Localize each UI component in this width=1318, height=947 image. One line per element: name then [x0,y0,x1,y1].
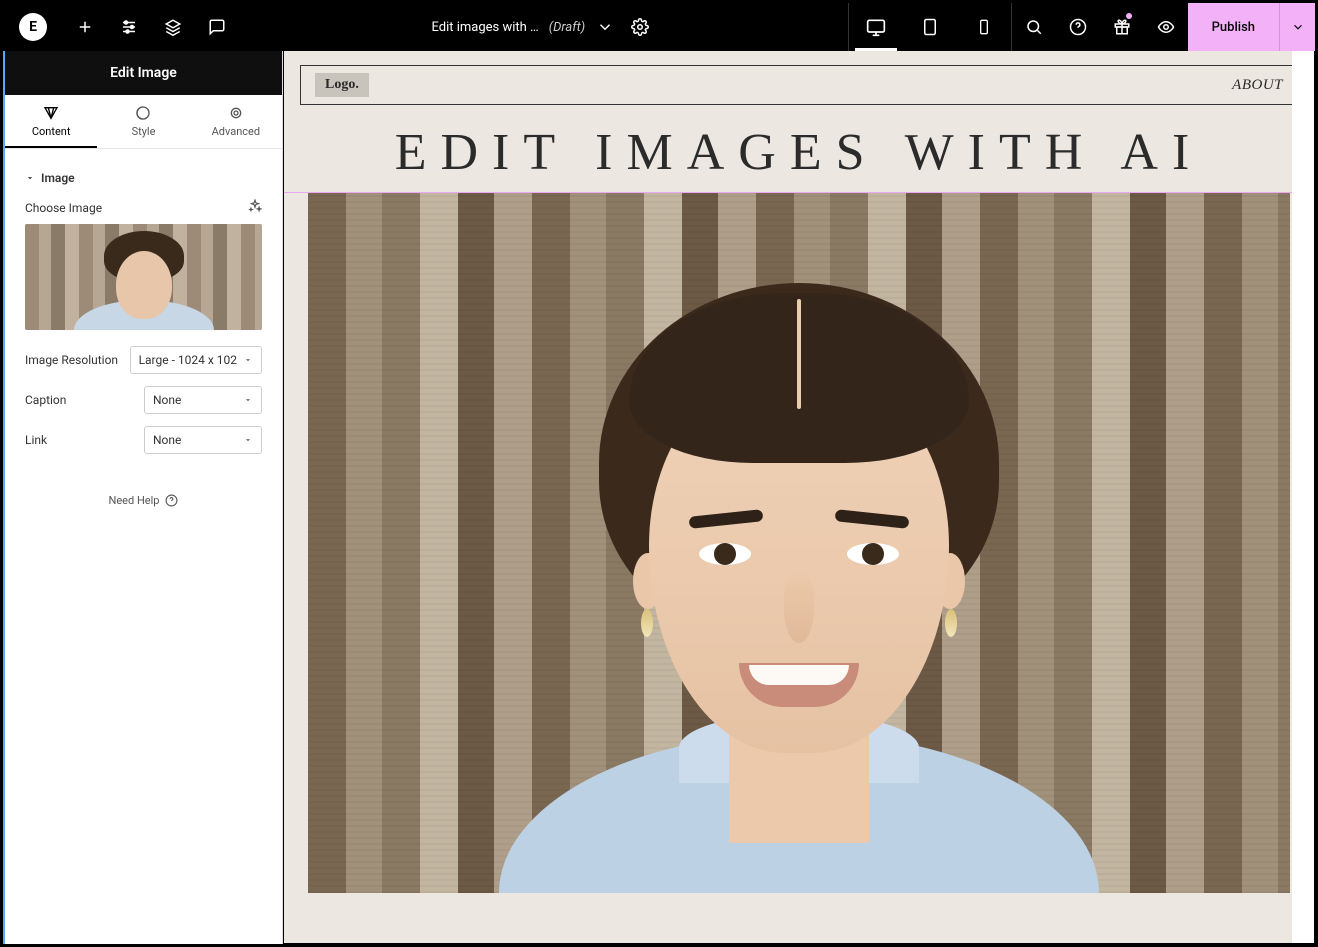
caption-select[interactable]: None [144,386,262,414]
layers-icon[interactable] [151,3,195,51]
gift-icon[interactable] [1100,3,1144,51]
tab-advanced-label: Advanced [212,125,260,138]
sidebar-panel: Edit Image Content Style Advanced Image … [3,51,283,944]
device-mobile[interactable] [957,3,1011,51]
document-title[interactable]: Edit images with … [431,20,538,35]
chevron-down-icon[interactable] [595,3,615,51]
settings-sliders-icon[interactable] [107,3,151,51]
device-switcher [848,3,1012,51]
section-image-label: Image [41,171,75,185]
tab-content-label: Content [32,125,71,138]
choose-image-label: Choose Image [25,201,102,215]
editor-canvas[interactable]: Logo. ABOUT EDIT IMAGES WITH AI [283,51,1315,944]
hero-image[interactable] [308,193,1290,893]
link-label: Link [25,433,47,447]
resolution-label: Image Resolution [25,353,118,367]
need-help-link[interactable]: Need Help [25,494,262,507]
topbar-center: Edit images with … (Draft) [239,3,848,51]
tab-style-label: Style [132,125,156,138]
caption-label: Caption [25,393,66,407]
add-element-button[interactable] [63,3,107,51]
link-value: None [153,433,181,447]
canvas-right-gutter [1292,51,1314,943]
topbar-left: E [3,3,239,51]
site-logo[interactable]: Logo. [315,73,369,97]
ai-sparkle-icon[interactable] [248,199,262,216]
search-icon[interactable] [1012,3,1056,51]
elementor-logo[interactable]: E [19,13,47,41]
sidebar-tabs: Content Style Advanced [5,95,282,149]
link-select[interactable]: None [144,426,262,454]
comment-icon[interactable] [195,3,239,51]
tab-content[interactable]: Content [5,95,97,148]
topbar-right: Publish [1012,3,1315,51]
notification-dot [1126,13,1132,19]
page-title[interactable]: EDIT IMAGES WITH AI [284,123,1314,182]
top-bar: E Edit images with … (Draft) [3,3,1315,51]
site-header[interactable]: Logo. ABOUT [300,65,1298,105]
panel-body: Image Choose Image Image Resolution Larg… [5,149,282,523]
main-area: Edit Image Content Style Advanced Image … [3,51,1315,944]
resolution-select[interactable]: Large - 1024 x 102 [130,346,262,374]
sidebar-header: Edit Image [5,51,282,95]
tab-style[interactable]: Style [97,95,189,148]
help-icon[interactable] [1056,3,1100,51]
publish-button[interactable]: Publish [1188,3,1279,51]
publish-options-chevron[interactable] [1279,3,1315,51]
resolution-value: Large - 1024 x 102 [139,353,237,367]
page-settings-icon[interactable] [625,3,655,51]
section-image-toggle[interactable]: Image [25,171,262,185]
device-desktop[interactable] [849,3,903,51]
tab-advanced[interactable]: Advanced [190,95,282,148]
preview-eye-icon[interactable] [1144,3,1188,51]
nav-about[interactable]: ABOUT [1232,77,1283,94]
device-tablet[interactable] [903,3,957,51]
caption-value: None [153,393,181,407]
portrait-illustration [519,213,1079,893]
image-thumbnail[interactable] [25,224,262,330]
document-status: (Draft) [549,20,585,35]
need-help-label: Need Help [109,494,160,507]
